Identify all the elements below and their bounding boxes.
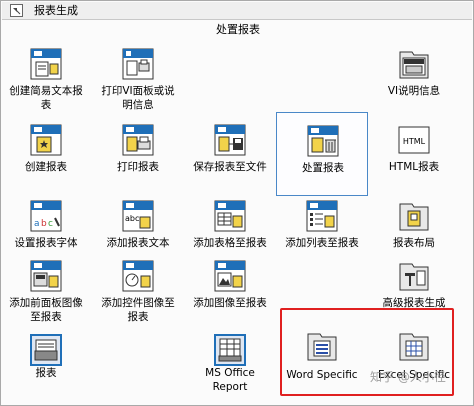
hover-caption: 处置报表 (216, 23, 260, 36)
watermark-text: 知乎 @人小径 (370, 370, 446, 384)
ms-office-report-icon (214, 334, 246, 366)
new-report-icon (30, 124, 62, 156)
vi-documentation-icon (399, 51, 429, 79)
append-image-to-report-icon (214, 260, 246, 292)
palette-item-create-simple-text-report[interactable]: 创建简易文本报 表 (0, 36, 92, 120)
svg-text:c: c (48, 219, 53, 229)
set-report-font-icon: a b c (30, 200, 62, 232)
palette-item-label: 处置报表 (302, 162, 344, 174)
dispose-report-icon (307, 125, 339, 157)
svg-text:b: b (41, 219, 47, 229)
palette-item-label: VI说明信息 (387, 85, 441, 97)
palette-item-print-report[interactable]: 打印报表 (92, 112, 184, 196)
palette-title: 报表生成 (34, 4, 78, 17)
palette-item-append-image[interactable]: 添加图像至报表 (184, 248, 276, 332)
palette-item-append-list[interactable]: 添加列表至报表 (276, 188, 368, 272)
palette-item-html-report[interactable]: HTML HTML报表 (368, 112, 460, 196)
pushpin-icon[interactable] (10, 4, 23, 17)
palette-item-append-front-panel-image[interactable]: 添加前面板图像 至报表 (0, 248, 92, 332)
report-layout-icon (399, 203, 429, 231)
html-report-icon: HTML (398, 126, 430, 154)
palette-item-report-express-vi[interactable]: 报表 (0, 322, 92, 406)
print-vi-panel-or-docs-icon (122, 48, 154, 80)
svg-text:abc: abc (125, 214, 139, 223)
palette-item-append-control-image[interactable]: 添加控件图像至 报表 (92, 248, 184, 332)
create-simple-text-report-icon (30, 48, 62, 80)
append-table-to-report-icon (214, 200, 246, 232)
print-report-icon (122, 124, 154, 156)
palette-item-save-report-to-file[interactable]: 保存报表至文件 (184, 112, 276, 196)
advanced-report-generation-icon (399, 263, 429, 291)
append-report-text-icon: abc (122, 200, 154, 232)
palette-title-bar: 报表生成 (2, 2, 472, 20)
palette-item-label: 保存报表至文件 (193, 161, 267, 173)
palette-item-label: 打印报表 (117, 161, 159, 173)
palette-item-new-report[interactable]: 创建报表 (0, 112, 92, 196)
svg-text:a: a (34, 219, 40, 229)
palette-item-label: 报表 (35, 367, 57, 379)
palette-item-dispose-report[interactable]: 处置报表 (276, 112, 368, 196)
palette-item-label: 添加图像至报表 (193, 297, 267, 309)
svg-text:HTML: HTML (403, 137, 426, 146)
append-control-image-icon (122, 260, 154, 292)
palette-item-label: 添加控件图像至 报表 (101, 297, 175, 323)
palette-item-print-vi-panel[interactable]: 打印VI面板或说 明信息 (92, 36, 184, 120)
palette-item-label: 创建简易文本报 表 (9, 85, 83, 111)
palette-item-label: 创建报表 (25, 161, 67, 173)
palette-item-ms-office-report[interactable]: MS Office Report (184, 322, 276, 406)
palette-item-vi-documentation[interactable]: VI说明信息 (368, 36, 460, 120)
palette-item-label: 添加前面板图像 至报表 (9, 297, 83, 323)
append-front-panel-image-icon (30, 260, 62, 292)
palette-item-label: 打印VI面板或说 明信息 (101, 85, 175, 111)
palette-item-label: MS Office Report (205, 367, 255, 393)
report-express-vi-icon (30, 334, 62, 366)
palette-item-label: HTML报表 (388, 161, 440, 173)
palette-item-label: 添加列表至报表 (285, 237, 359, 249)
save-report-to-file-icon (214, 124, 246, 156)
append-list-to-report-icon (306, 200, 338, 232)
